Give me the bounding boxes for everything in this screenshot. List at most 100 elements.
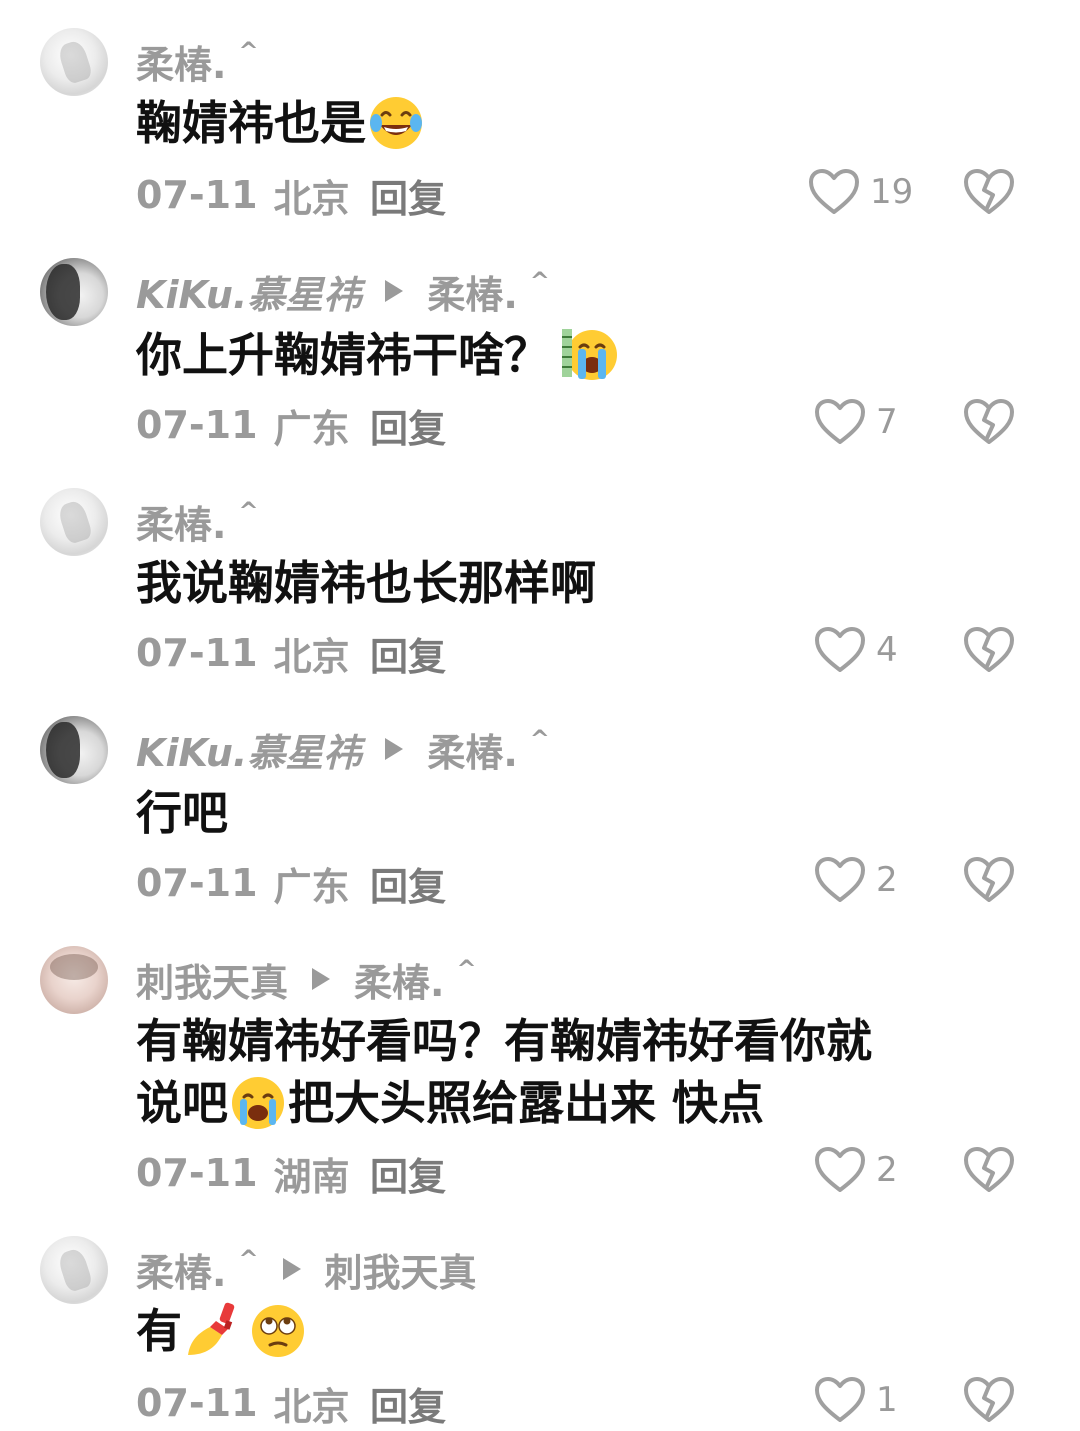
avatar[interactable] (40, 946, 108, 1014)
like-count: 4 (876, 630, 898, 670)
dislike-button[interactable] (962, 396, 1016, 448)
broken-heart-outline-icon (963, 1376, 1015, 1424)
heart-outline-icon (814, 1146, 866, 1194)
triangle-right-icon (282, 1258, 301, 1280)
comment-header: 刺我天真 柔椿. ^ (136, 952, 477, 1007)
loudly-crying-face-icon (228, 1073, 288, 1133)
comment-header: KiKu.慕星祎 柔椿. ^ (136, 264, 550, 319)
author-name[interactable]: 柔椿. (136, 34, 226, 89)
avatar[interactable] (40, 716, 108, 784)
reply-to-badge: ^ (529, 725, 550, 753)
comment-location: 北京 (273, 634, 350, 679)
comment-meta: 07-11 湖南 回复 (136, 1148, 446, 1199)
reply-button[interactable]: 回复 (370, 168, 446, 223)
broken-heart-outline-icon (963, 856, 1015, 904)
reply-button[interactable]: 回复 (370, 398, 446, 453)
reply-button[interactable]: 回复 (370, 1376, 446, 1431)
comment-text: 有鞠婧祎好看吗？有鞠婧祎好看你就 说吧 把大头照给露出来 快点 (136, 1010, 1016, 1137)
comment-text: 我说鞠婧祎也长那样啊 (136, 552, 1016, 614)
comment-body-line: 有鞠婧祎好看吗？有鞠婧祎好看你就 (136, 1014, 872, 1068)
heart-outline-icon (814, 1376, 866, 1424)
nail-polish-icon (182, 1301, 242, 1361)
dislike-button[interactable] (962, 624, 1016, 676)
heart-outline-icon (808, 168, 860, 216)
like-count: 19 (870, 172, 914, 212)
comment-text: 鞠婧祎也是 (136, 92, 1016, 157)
comment-location: 广东 (273, 864, 350, 909)
face-with-tears-of-joy-icon (366, 93, 426, 153)
comment-location: 湖南 (273, 1154, 350, 1199)
comment-header: 柔椿. ^ (136, 34, 259, 89)
reply-to-name[interactable]: 柔椿. (427, 722, 517, 777)
like-count: 2 (876, 860, 898, 900)
like-count: 1 (876, 1380, 898, 1420)
like-button[interactable]: 2 (814, 1144, 898, 1196)
author-name[interactable]: KiKu.慕星祎 (136, 264, 361, 319)
broken-heart-outline-icon (963, 1146, 1015, 1194)
loudly-crying-face-icon (560, 325, 620, 385)
comment-text: 你上升鞠婧祎干啥？ (136, 324, 1016, 389)
reply-to-name[interactable]: 刺我天真 (325, 1242, 477, 1297)
comment-text: 有 (136, 1300, 1016, 1365)
avatar[interactable] (40, 28, 108, 96)
like-button[interactable]: 2 (814, 854, 898, 906)
comment-body: 有 (136, 1304, 182, 1358)
author-badge: ^ (238, 1245, 259, 1273)
comment-location: 广东 (273, 406, 350, 451)
comment-date: 07-11 (136, 173, 258, 217)
comment-meta: 07-11 北京 回复 (136, 628, 446, 679)
broken-heart-outline-icon (963, 398, 1015, 446)
comment-text: 行吧 (136, 782, 1016, 844)
broken-heart-outline-icon (963, 626, 1015, 674)
comment-date: 07-11 (136, 631, 258, 675)
reply-to-name[interactable]: 柔椿. (427, 264, 517, 319)
comment-location: 北京 (273, 176, 350, 221)
comment-body-part: 把大头照给露出来 快点 (288, 1076, 765, 1130)
dislike-button[interactable] (962, 854, 1016, 906)
author-name[interactable]: 刺我天真 (136, 952, 288, 1007)
comment-header: KiKu.慕星祎 柔椿. ^ (136, 722, 550, 777)
comment-body: 你上升鞠婧祎干啥？ (136, 328, 550, 382)
face-with-rolling-eyes-icon (248, 1301, 308, 1361)
dislike-button[interactable] (962, 166, 1016, 218)
comment-location: 北京 (273, 1384, 350, 1429)
avatar[interactable] (40, 1236, 108, 1304)
author-name[interactable]: KiKu.慕星祎 (136, 722, 361, 777)
comment-date: 07-11 (136, 861, 258, 905)
comment-body: 我说鞠婧祎也长那样啊 (136, 556, 596, 610)
like-button[interactable]: 1 (814, 1374, 898, 1426)
reply-button[interactable]: 回复 (370, 856, 446, 911)
author-badge: ^ (238, 37, 259, 65)
avatar[interactable] (40, 488, 108, 556)
comment-header: 柔椿. ^ (136, 494, 259, 549)
comment-date: 07-11 (136, 1381, 258, 1425)
avatar[interactable] (40, 258, 108, 326)
heart-outline-icon (814, 626, 866, 674)
triangle-right-icon (385, 280, 404, 302)
comment-body: 鞠婧祎也是 (136, 96, 366, 150)
comment-body-part: 说吧 (136, 1076, 228, 1130)
author-name[interactable]: 柔椿. (136, 494, 226, 549)
reply-to-badge: ^ (529, 267, 550, 295)
author-badge: ^ (238, 497, 259, 525)
author-name[interactable]: 柔椿. (136, 1242, 226, 1297)
reply-to-name[interactable]: 柔椿. (354, 952, 444, 1007)
triangle-right-icon (312, 968, 331, 990)
comment-body-line: 说吧 把大头照给露出来 快点 (136, 1072, 1016, 1137)
comment-meta: 07-11 北京 回复 (136, 1378, 446, 1429)
comment-date: 07-11 (136, 403, 258, 447)
reply-button[interactable]: 回复 (370, 1146, 446, 1201)
dislike-button[interactable] (962, 1144, 1016, 1196)
dislike-button[interactable] (962, 1374, 1016, 1426)
like-count: 2 (876, 1150, 898, 1190)
reply-to-badge: ^ (456, 955, 477, 983)
heart-outline-icon (814, 856, 866, 904)
heart-outline-icon (814, 398, 866, 446)
like-button[interactable]: 19 (808, 166, 913, 218)
comment-meta: 07-11 北京 回复 (136, 170, 446, 221)
like-button[interactable]: 7 (814, 396, 898, 448)
like-button[interactable]: 4 (814, 624, 898, 676)
like-count: 7 (876, 402, 898, 442)
reply-button[interactable]: 回复 (370, 626, 446, 681)
comment-body: 行吧 (136, 786, 228, 840)
